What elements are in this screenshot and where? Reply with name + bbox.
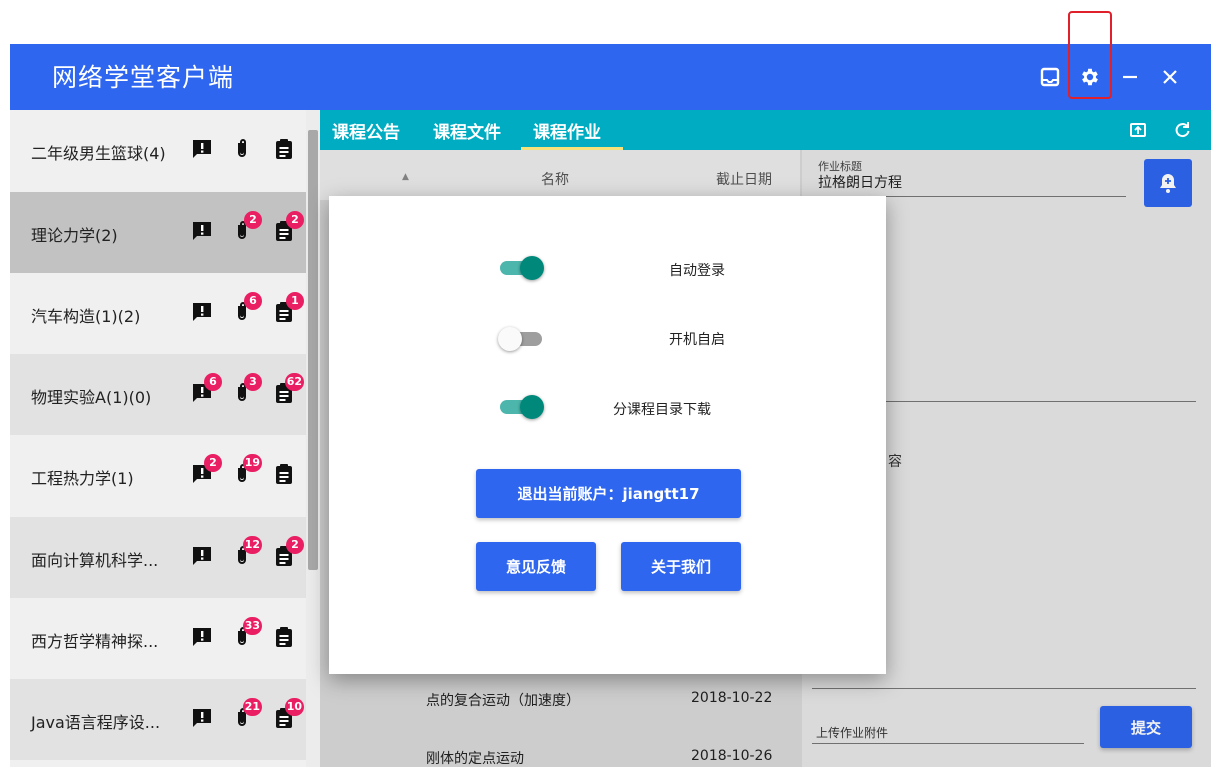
clipboard-icon[interactable]	[272, 462, 296, 486]
paperclip-icon[interactable]: 2	[230, 211, 262, 243]
clipboard-icon[interactable]	[272, 625, 296, 649]
feedback-button[interactable]: 意见反馈	[476, 542, 596, 591]
tab-homework[interactable]: 课程作业	[533, 118, 601, 143]
auto-login-label: 自动登录	[669, 263, 725, 279]
course-name: Java语言程序设...	[31, 713, 161, 732]
sidebar-course-item[interactable]: 西方哲学精神探... 33	[10, 598, 310, 679]
clipboard-icon[interactable]: 10	[272, 698, 304, 730]
announcement-icon[interactable]: 2	[190, 454, 222, 486]
sidebar-course-item[interactable]: 汽车构造(1)(2) 6 1	[10, 273, 310, 354]
course-name: 二年级男生篮球(4)	[31, 144, 166, 163]
paperclip-icon[interactable]: 21	[230, 698, 262, 730]
sidebar-course-item[interactable]: 二年级男生篮球(4)	[10, 110, 310, 191]
homework-badge: 10	[284, 698, 304, 716]
file-badge: 12	[242, 536, 262, 554]
clipboard-icon[interactable]: 2	[272, 211, 304, 243]
sidebar-scroll-thumb[interactable]	[308, 130, 318, 570]
course-name: 面向计算机科学...	[31, 551, 159, 570]
file-badge: 6	[244, 292, 262, 310]
announcement-icon[interactable]	[190, 137, 214, 161]
per-course-download-toggle[interactable]	[498, 394, 544, 419]
announcement-icon[interactable]	[190, 219, 214, 243]
file-badge: 21	[242, 698, 262, 716]
settings-highlight-box	[1068, 11, 1112, 99]
auto-login-toggle[interactable]	[498, 255, 544, 280]
sidebar-course-item[interactable]: Java语言程序设... 21 10	[10, 679, 310, 760]
clipboard-icon[interactable]	[272, 137, 296, 161]
logout-button[interactable]: 退出当前账户：jiangtt17	[476, 469, 741, 518]
clipboard-icon[interactable]: 62	[272, 373, 304, 405]
homework-badge: 62	[284, 373, 304, 391]
tab-files[interactable]: 课程文件	[433, 118, 501, 143]
announcement-icon[interactable]	[190, 706, 214, 730]
course-name: 西方哲学精神探...	[31, 632, 159, 651]
tab-bar: 课程公告 课程文件 课程作业	[320, 110, 1211, 150]
autostart-toggle[interactable]	[498, 326, 544, 351]
inbox-icon[interactable]	[1035, 62, 1065, 92]
paperclip-icon[interactable]: 6	[230, 292, 262, 324]
announcement-icon[interactable]	[190, 544, 214, 568]
paperclip-icon[interactable]: 19	[230, 454, 262, 486]
settings-dialog: 自动登录 开机自启 分课程目录下载 退出当前账户：jiangtt17 意见反馈 …	[329, 196, 886, 674]
paperclip-icon[interactable]: 33	[230, 617, 262, 649]
export-icon[interactable]	[1128, 120, 1148, 144]
sidebar-course-item[interactable]: 面向计算机科学... 12 2	[10, 517, 310, 598]
sidebar-course-item[interactable]: 工程热力学(1) 2 19	[10, 435, 310, 516]
homework-badge: 2	[286, 536, 304, 554]
announcement-icon[interactable]	[190, 625, 214, 649]
title-bar: 网络学堂客户端	[10, 44, 1211, 110]
course-sidebar: 二年级男生篮球(4) 理论力学(2) 2 2 汽车构造(1)(2) 6 1 物理实验A(1)(…	[10, 110, 310, 767]
paperclip-icon[interactable]: 12	[230, 536, 262, 568]
course-name: 汽车构造(1)(2)	[31, 307, 141, 326]
about-button[interactable]: 关于我们	[621, 542, 741, 591]
per-course-download-label: 分课程目录下载	[613, 402, 711, 418]
file-badge: 2	[244, 211, 262, 229]
clipboard-icon[interactable]: 2	[272, 536, 304, 568]
refresh-icon[interactable]	[1172, 120, 1192, 144]
minimize-icon[interactable]	[1115, 62, 1145, 92]
paperclip-icon[interactable]: 3	[230, 373, 262, 405]
close-icon[interactable]	[1155, 62, 1185, 92]
tab-announcements[interactable]: 课程公告	[332, 118, 400, 143]
announcement-badge: 2	[204, 454, 222, 472]
course-name: 工程热力学(1)	[31, 469, 134, 488]
course-name: 物理实验A(1)(0)	[31, 388, 152, 407]
app-title: 网络学堂客户端	[52, 63, 235, 92]
sidebar-course-item[interactable]: 理论力学(2) 2 2	[10, 192, 310, 273]
homework-badge: 1	[286, 292, 304, 310]
clipboard-icon[interactable]: 1	[272, 292, 304, 324]
paperclip-icon[interactable]	[230, 137, 254, 161]
course-name: 理论力学(2)	[31, 226, 118, 245]
announcement-badge: 6	[204, 373, 222, 391]
announcement-icon[interactable]	[190, 300, 214, 324]
homework-badge: 2	[286, 211, 304, 229]
sidebar-course-item[interactable]: 物理实验A(1)(0) 6 3 62	[10, 354, 310, 435]
file-badge: 19	[242, 454, 262, 472]
file-badge: 3	[244, 373, 262, 391]
autostart-label: 开机自启	[669, 332, 725, 348]
announcement-icon[interactable]: 6	[190, 373, 222, 405]
file-badge: 33	[242, 617, 262, 635]
